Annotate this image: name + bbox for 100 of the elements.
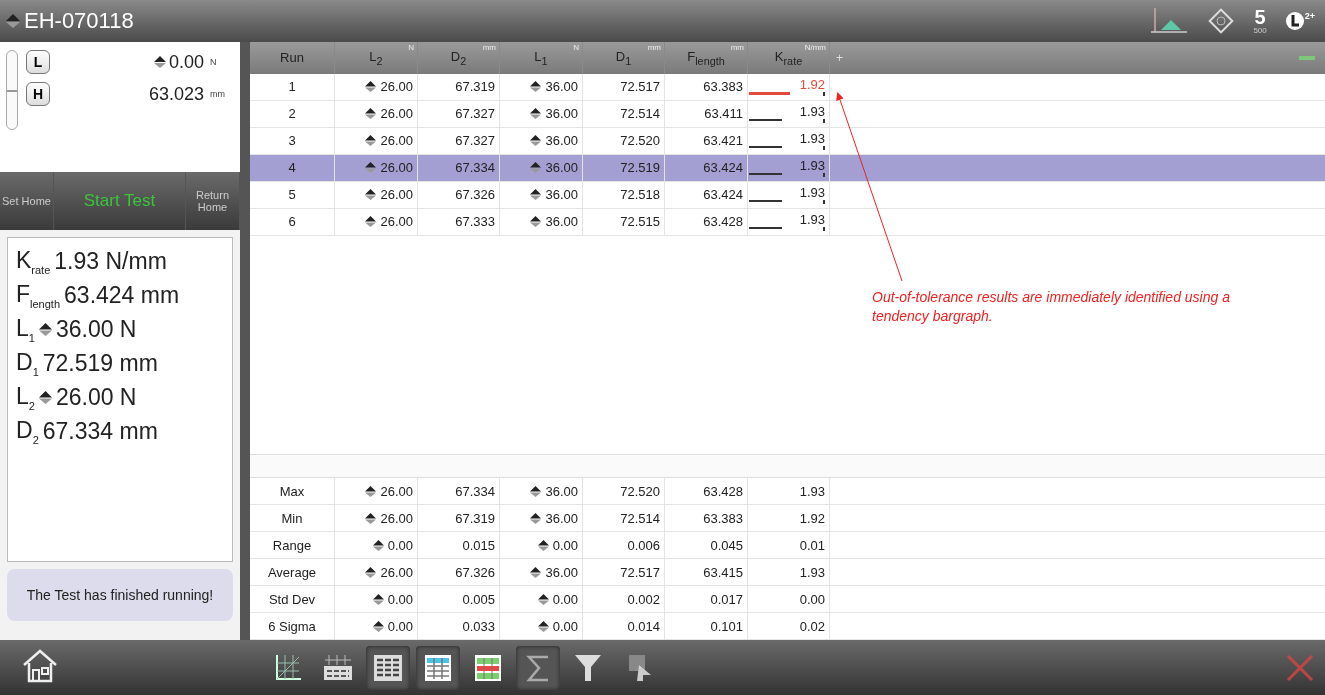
result-label: D$_{2}$: [16, 416, 39, 446]
table-cell: 72.517: [583, 73, 665, 100]
table-cell: 36.00: [500, 127, 583, 154]
spinner-icon: [365, 189, 377, 201]
table-row[interactable]: 2 26.00 67.327 36.00 72.514 63.411 1.93: [250, 100, 1325, 128]
table-row[interactable]: 6 26.00 67.333 36.00 72.515 63.428 1.93: [250, 208, 1325, 236]
readout-value: 0.00: [168, 51, 204, 73]
rate-value: 1.92: [799, 77, 825, 92]
table-cell: 0.00: [335, 532, 418, 558]
table-cell: 67.327: [418, 127, 500, 154]
table-cell: Average: [250, 559, 335, 585]
table-cell: 67.327: [418, 100, 500, 127]
table-cell: 36.00: [500, 181, 583, 208]
unit-label: N: [573, 43, 579, 52]
table-cell: 0.00: [500, 586, 583, 612]
spinner-icon: [365, 512, 377, 524]
column-header[interactable]: K$_{rate}$ N/mm: [748, 42, 830, 74]
spinner-icon: [530, 189, 542, 201]
table-cell: 0.00: [748, 586, 830, 612]
table-cell: 67.333: [418, 208, 500, 235]
spinner-icon: [365, 216, 377, 228]
header-label: K$_{rate}$: [774, 49, 803, 67]
result-label: L$_{1}$: [16, 314, 35, 344]
table-cell: 1.92: [748, 505, 830, 531]
column-header[interactable]: D$_{2}$ mm: [418, 42, 500, 74]
status-message: The Test has finished running!: [7, 569, 233, 621]
clock-count-label: 2+: [1304, 11, 1315, 21]
table-cell: 0.045: [665, 532, 748, 558]
table-cell: 67.319: [418, 73, 500, 100]
table-cell: 72.519: [583, 154, 665, 181]
column-header[interactable]: L$_{1}$ N: [500, 42, 583, 74]
table-cell: 67.334: [418, 478, 500, 504]
table-cell: 0.033: [418, 613, 500, 639]
chart-icon: [1149, 6, 1190, 36]
rate-value: 1.93: [799, 185, 825, 200]
annotation-text: Out-of-tolerance results are immediately identified using a tendency bargraph.: [872, 288, 1231, 326]
action-button[interactable]: Return Home: [186, 172, 240, 230]
table-cell: Std Dev: [250, 586, 335, 612]
add-column-button[interactable]: +: [836, 50, 843, 65]
key-button[interactable]: H: [26, 82, 50, 106]
action-button[interactable]: Set Home: [0, 172, 54, 230]
header-label: L$_{2}$: [369, 49, 383, 67]
column-header[interactable]: D$_{1}$ mm: [583, 42, 665, 74]
table-cell: 36.00: [500, 73, 583, 100]
table-cell: 0.006: [583, 532, 665, 558]
table-cell: 72.520: [583, 127, 665, 154]
result-value: 36.00 N: [55, 315, 137, 343]
table-cell: 0.002: [583, 586, 665, 612]
table-cell: 0.00: [335, 613, 418, 639]
table-cell: 26.00: [335, 127, 418, 154]
table-cell: 0.00: [500, 613, 583, 639]
spinner-icon: [537, 539, 549, 551]
result-label: K$_{rate}$: [16, 246, 51, 276]
key-button[interactable]: L: [26, 50, 50, 74]
table-cell: 63.428: [665, 208, 748, 235]
diamond-icon: [1207, 7, 1236, 35]
counter-caption: 500: [1253, 27, 1267, 35]
result-label: D$_{1}$: [16, 348, 39, 378]
result-value: 63.424 mm: [64, 281, 180, 309]
toolbar-button[interactable]: [416, 645, 460, 690]
table-cell: 63.424: [665, 154, 748, 181]
table-cell: 67.319: [418, 505, 500, 531]
spinner-icon: [530, 108, 542, 120]
table-cell: 1.93: [748, 559, 830, 585]
table-cell: 72.520: [583, 478, 665, 504]
table-cell: 26.00: [335, 559, 418, 585]
table-cell: 0.005: [418, 586, 500, 612]
column-header[interactable]: F$_{length}$ mm: [665, 42, 748, 74]
column-header[interactable]: Run: [250, 42, 335, 74]
header-label: D$_{1}$: [615, 49, 632, 67]
table-row[interactable]: 1 26.00 67.319 36.00 72.517 63.383 1.92: [250, 73, 1325, 101]
table-cell: 63.383: [665, 505, 748, 531]
table-cell: 36.00: [500, 478, 583, 504]
table-cell: 0.02: [748, 613, 830, 639]
column-header[interactable]: L$_{2}$ N: [335, 42, 418, 74]
table-cell: 63.421: [665, 127, 748, 154]
table-cell: 26.00: [335, 181, 418, 208]
counter-value: 5: [1254, 7, 1266, 27]
spinner-icon: [530, 566, 542, 578]
jog-slider[interactable]: [6, 50, 18, 130]
window-title: EH-070118: [24, 8, 134, 34]
spinner-icon: [530, 135, 542, 147]
table-cell: 1.93: [748, 478, 830, 504]
table-cell: 67.326: [418, 559, 500, 585]
table-cell: 67.326: [418, 181, 500, 208]
result-value: 1.93 N/mm: [54, 247, 167, 275]
table-cell: 0.015: [418, 532, 500, 558]
table-row[interactable]: 5 26.00 67.326 36.00 72.518 63.424 1.93: [250, 181, 1325, 209]
toolbar-button[interactable]: [366, 645, 410, 690]
readout-value: 63.023: [148, 83, 204, 105]
table-cell: 0.014: [583, 613, 665, 639]
result-value: 72.519 mm: [42, 349, 158, 377]
table-row[interactable]: 4 26.00 67.334 36.00 72.519 63.424 1.93: [250, 154, 1325, 182]
start-button[interactable]: Start Test: [54, 172, 186, 230]
result-value: 26.00 N: [55, 383, 137, 411]
unit-label: mm: [210, 89, 226, 99]
table-cell: 2: [250, 100, 335, 127]
table-row[interactable]: 3 26.00 67.327 36.00 72.520 63.421 1.93: [250, 127, 1325, 155]
result-label: L$_{2}$: [16, 382, 35, 412]
table-cell: 26.00: [335, 154, 418, 181]
